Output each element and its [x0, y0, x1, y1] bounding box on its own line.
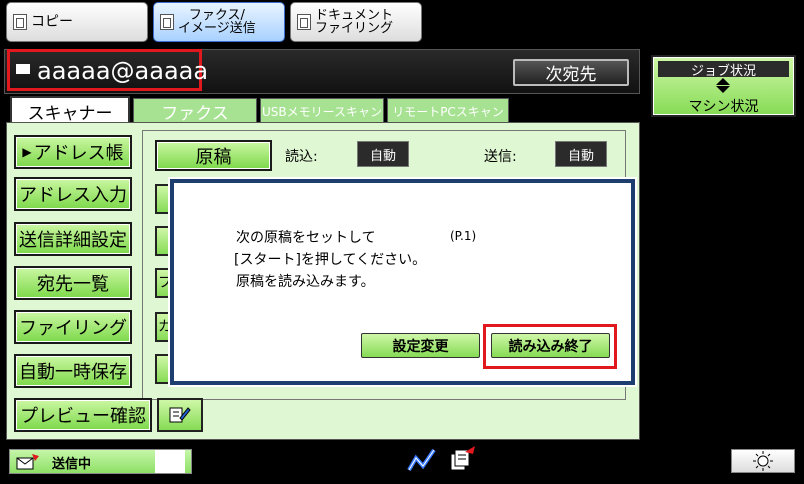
dialog-line1: 次の原稿をセットして [236, 230, 376, 246]
network-icon [407, 448, 436, 472]
send-label: 送信: [484, 149, 517, 165]
send-detail-settings-button[interactable]: 送信詳細設定 [14, 222, 132, 256]
tab-scanner[interactable]: スキャナー [10, 96, 130, 124]
fax-icon [160, 14, 174, 30]
dialog-line3: 原稿を読み込みます。 [236, 274, 375, 290]
hidden-setting-button-1[interactable] [155, 184, 171, 214]
address-input-button[interactable]: アドレス入力 [14, 177, 132, 211]
address-value[interactable]: aaaaa@aaaaa [37, 56, 208, 86]
toggle-down-icon [716, 86, 730, 93]
read-value: 自動 [357, 141, 409, 167]
address-book-button[interactable]: ▶ アドレス帳 [14, 135, 132, 169]
hidden-setting-button-4[interactable]: カ [155, 312, 172, 342]
address-book-label: アドレス帳 [33, 143, 124, 164]
tab-copy-label: コピー [31, 13, 73, 30]
triangle-right-icon: ▶ [22, 145, 32, 159]
mail-icon [16, 64, 30, 74]
tab-document-filing[interactable]: ドキュメント ファイリング [290, 2, 422, 42]
tab-remote-pc-scan[interactable]: リモートPCスキャン [387, 98, 509, 124]
finish-scan-button[interactable]: 読み込み終了 [491, 333, 610, 358]
toggle-up-icon [716, 78, 730, 85]
preview-edit-icon [169, 407, 191, 423]
tab-usb-scan[interactable]: USBメモリースキャン [260, 98, 384, 124]
copy-icon [13, 14, 27, 30]
hidden-setting-button-3[interactable]: フ [155, 268, 172, 298]
job-queue-icon [450, 446, 475, 471]
dialog-line2: [スタート]を押してください。 [234, 252, 427, 268]
send-value: 自動 [555, 141, 607, 167]
next-destination-button[interactable]: 次宛先 [513, 59, 629, 86]
job-status-button[interactable]: ジョブ状況 マシン状況 [651, 55, 796, 117]
job-status-title: ジョブ状況 [658, 61, 789, 79]
change-settings-button[interactable]: 設定変更 [361, 333, 480, 358]
filing-icon [297, 14, 311, 30]
dialog-page: (P.1) [450, 229, 477, 243]
tab-filing-line2: ファイリング [315, 21, 394, 36]
preview-edit-button[interactable] [157, 398, 203, 432]
preview-button[interactable]: プレビュー確認 [14, 398, 152, 432]
send-mail-icon [16, 454, 39, 470]
destination-list-button[interactable]: 宛先一覧 [14, 266, 132, 300]
hidden-setting-button-2[interactable] [155, 226, 171, 256]
brightness-button[interactable] [731, 449, 795, 473]
hidden-setting-button-5[interactable] [155, 354, 171, 384]
original-button[interactable]: 原稿 [155, 140, 272, 171]
tab-fax[interactable]: ファクス [133, 98, 257, 124]
sending-label: 送信中 [52, 457, 92, 472]
tab-fax-image-send[interactable]: ファクス/ イメージ送信 [153, 2, 285, 42]
tab-copy[interactable]: コピー [6, 2, 148, 42]
sending-status[interactable]: 送信中 [9, 449, 192, 474]
scan-dialog: 次の原稿をセットして (P.1) [スタート]を押してください。 原稿を読み込み… [170, 179, 635, 385]
brightness-icon [753, 451, 773, 471]
auto-temp-save-button[interactable]: 自動一時保存 [14, 354, 132, 388]
read-label: 読込: [285, 149, 318, 165]
machine-status-label: マシン状況 [688, 99, 759, 115]
tab-fax-line2: イメージ送信 [178, 21, 256, 36]
filing-button[interactable]: ファイリング [14, 310, 132, 344]
